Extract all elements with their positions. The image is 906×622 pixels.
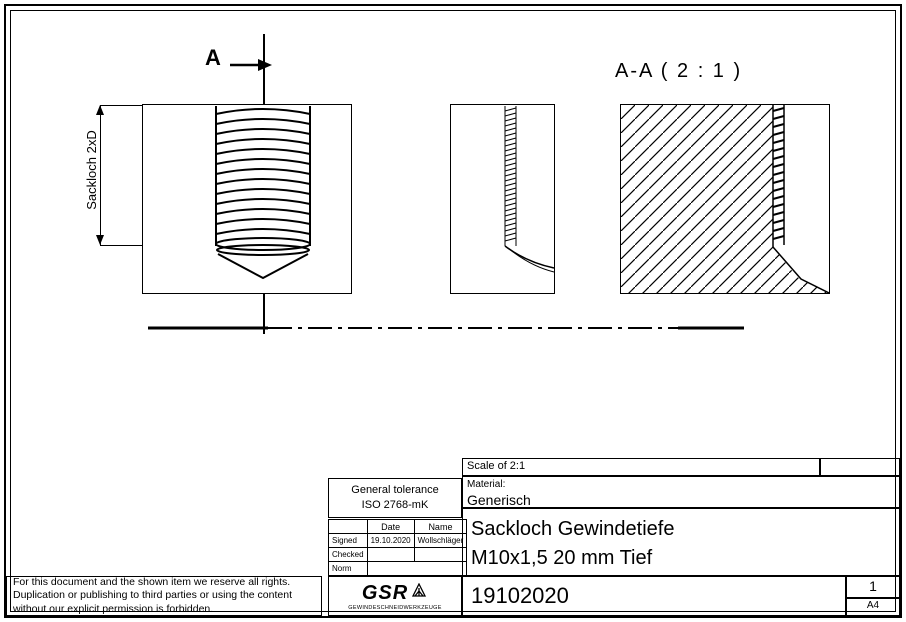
scale-empty-cell [820,458,900,476]
logo-subtext: GEWINDESCHNEIDWERKZEUGE [348,605,441,611]
signed-date: 19.10.2020 [367,534,414,548]
row-signed: Signed [329,534,368,548]
section-arrow-icon [228,55,278,75]
title-cell: Sackloch Gewindetiefe M10x1,5 20 mm Tief [462,508,900,576]
scale-cell: Scale of 2:1 [462,458,820,476]
format-cell: A4 [846,598,900,616]
dimension-arrow-bottom-icon [96,235,104,245]
section-view-label: A-A ( 2 : 1 ) [615,60,742,83]
hatch-pattern [621,105,829,293]
sheet-cell: 1 [846,576,900,598]
dimension-line [100,105,101,245]
thread-graphic-view1 [208,106,318,281]
section-marker-label: A [205,45,221,71]
dimension-ext-bottom [100,245,142,246]
title-line2: M10x1,5 20 mm Tief [471,544,891,573]
centerline [148,322,748,334]
dimension-label: Sackloch 2xD [84,110,99,230]
scale-label: Scale of 2:1 [467,460,525,472]
logo-cell: GSR GEWINDESCHNEIDWERKZEUGE [328,576,462,616]
logo-text: GSR [362,582,408,604]
copyright-cell: For this document and the shown item we … [6,576,322,616]
drawing-number-cell: 19102020 [462,576,846,616]
tolerance-heading: General tolerance [351,484,438,496]
tolerance-standard: ISO 2768-mK [362,499,429,511]
copyright-text: For this document and the shown item we … [13,576,315,615]
col-name: Name [414,520,467,534]
row-checked: Checked [329,548,368,562]
row-norm: Norm [329,562,368,576]
tolerance-cell: General tolerance ISO 2768-mK [328,478,462,518]
drawing-number: 19102020 [471,583,569,608]
material-value: Generisch [467,492,531,508]
material-cell: Material: Generisch [462,476,900,508]
logo-icon [410,583,428,601]
material-label: Material: [467,479,505,490]
col-date: Date [367,520,414,534]
signed-name: Wollschläger [414,534,467,548]
dimension-ext-top [100,105,142,106]
title-line1: Sackloch Gewindetiefe [471,515,891,544]
thread-graphic-view2 [502,106,562,281]
approval-table: Date Name Signed 19.10.2020 Wollschläger… [328,519,462,576]
